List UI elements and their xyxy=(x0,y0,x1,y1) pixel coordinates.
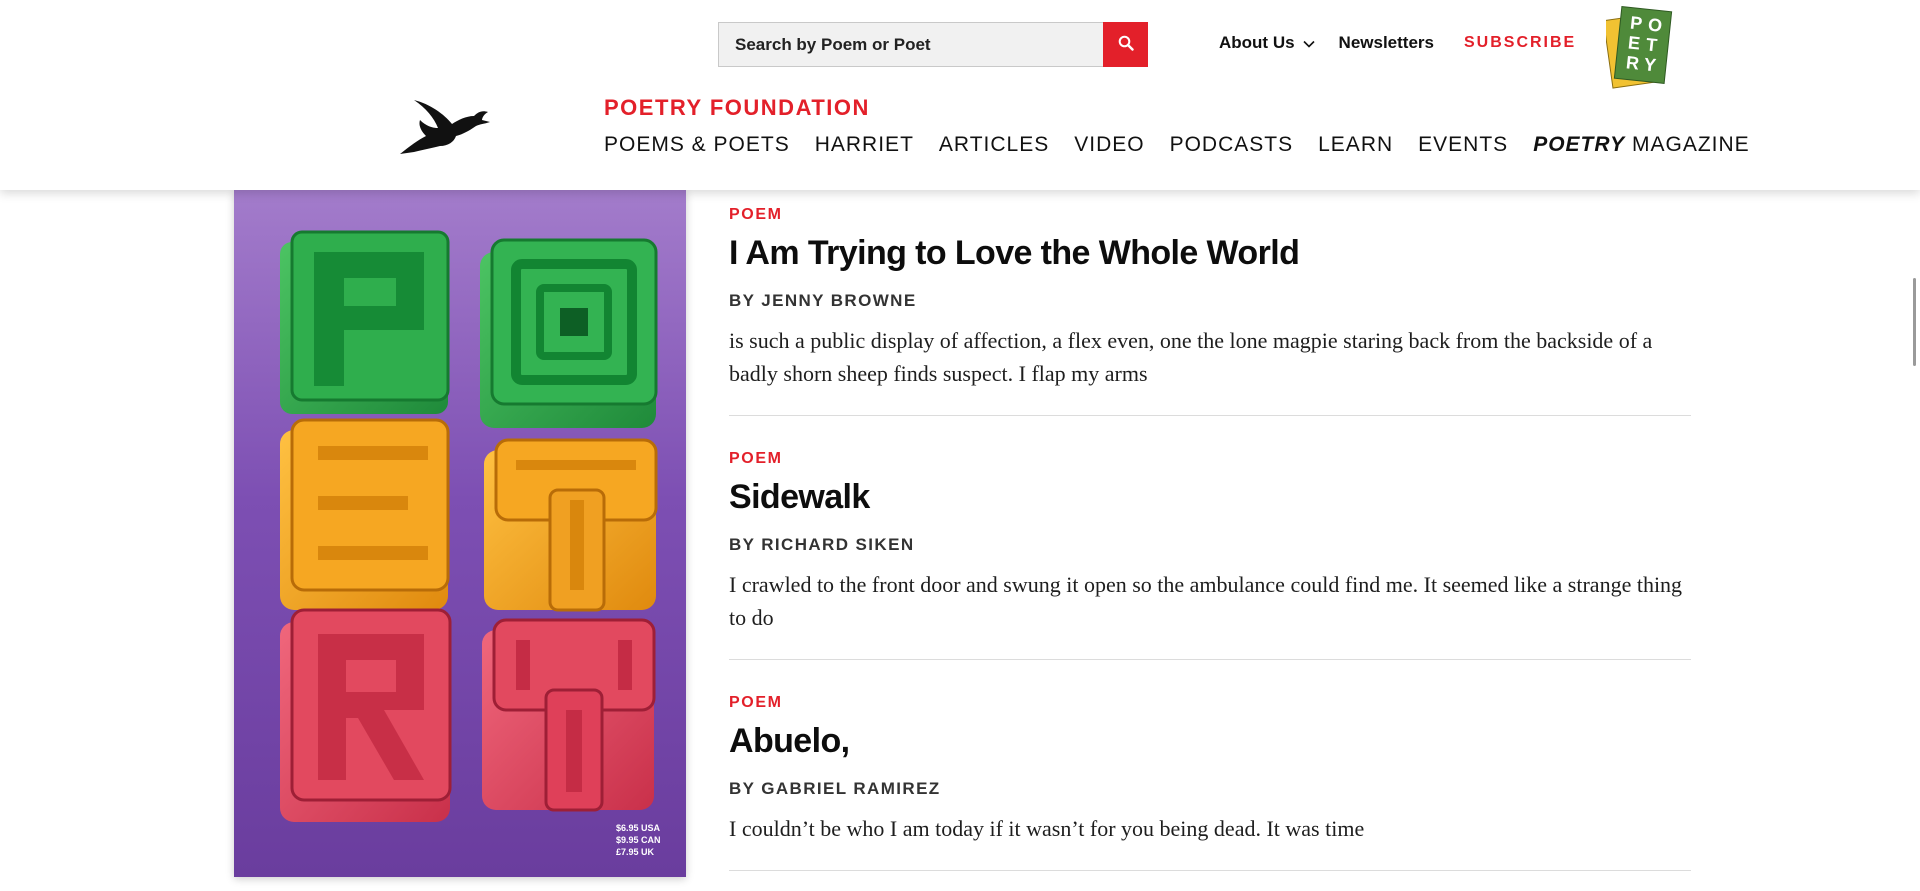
cover-letter-r xyxy=(280,608,452,822)
cover-letter-o xyxy=(480,238,658,428)
newsletters-link[interactable]: Newsletters xyxy=(1339,33,1434,53)
cover-artwork xyxy=(280,230,658,822)
nav-events[interactable]: EVENTS xyxy=(1418,133,1508,157)
cover-letter-y xyxy=(482,618,656,812)
poem-title-link[interactable]: I Am Trying to Love the Whole World xyxy=(729,234,1300,273)
chevron-down-icon xyxy=(1302,33,1315,53)
badge-letter: O xyxy=(1647,14,1663,35)
poem-excerpt: is such a public display of affection, a… xyxy=(729,328,1653,386)
content-type-tag: POEM xyxy=(729,206,783,223)
utility-nav: About Us Newsletters SUBSCRIBE xyxy=(1219,30,1576,56)
badge-letter: Y xyxy=(1643,54,1657,75)
poet-byline-link[interactable]: BY GABRIEL RAMIREZ xyxy=(729,779,941,799)
price-usa: $6.95 USA xyxy=(616,823,661,833)
price-uk: £7.95 UK xyxy=(616,847,655,857)
main-nav: POEMS & POETS HARRIET ARTICLES VIDEO POD… xyxy=(604,133,1750,157)
cover-letter-e xyxy=(280,418,450,610)
poem-excerpt: I crawled to the front door and swung it… xyxy=(729,572,1683,630)
cover-prices: $6.95 USA $9.95 CAN £7.95 UK xyxy=(616,822,661,858)
nav-video[interactable]: VIDEO xyxy=(1074,133,1144,157)
poet-byline-link[interactable]: BY RICHARD SIKEN xyxy=(729,535,915,555)
list-item: POEM Sidewalk BY RICHARD SIKEN I crawled… xyxy=(729,416,1691,660)
content-type-tag: POEM xyxy=(729,694,783,711)
price-can: $9.95 CAN xyxy=(616,835,661,845)
cover-letter-t xyxy=(484,438,658,612)
nav-harriet[interactable]: HARRIET xyxy=(815,133,914,157)
badge-letter: E xyxy=(1627,32,1641,53)
nav-poetry-magazine[interactable]: POETRY MAGAZINE xyxy=(1533,133,1749,157)
search-button[interactable] xyxy=(1103,22,1148,67)
nav-magazine-italic: POETRY xyxy=(1533,133,1626,156)
nav-podcasts[interactable]: PODCASTS xyxy=(1170,133,1294,157)
poet-byline-link[interactable]: BY JENNY BROWNE xyxy=(729,291,917,311)
pegasus-logo-icon[interactable] xyxy=(396,96,492,156)
nav-magazine-rest: MAGAZINE xyxy=(1625,133,1750,156)
list-item: POEM Abuelo, BY GABRIEL RAMIREZ I couldn… xyxy=(729,660,1691,871)
about-us-menu[interactable]: About Us xyxy=(1219,33,1315,53)
poem-title-link[interactable]: Abuelo, xyxy=(729,722,850,761)
magazine-cover[interactable]: $6.95 USA $9.95 CAN £7.95 UK xyxy=(234,190,686,877)
about-us-label: About Us xyxy=(1219,33,1295,52)
search-icon xyxy=(1118,35,1134,54)
badge-letter: P xyxy=(1629,13,1643,34)
poem-excerpt: I couldn’t be who I am today if it wasn’… xyxy=(729,816,1365,841)
poem-list: POEM I Am Trying to Love the Whole World… xyxy=(729,190,1691,871)
content-type-tag: POEM xyxy=(729,450,783,467)
nav-learn[interactable]: LEARN xyxy=(1318,133,1393,157)
search-bar xyxy=(718,22,1148,67)
cover-letter-p xyxy=(280,230,450,414)
badge-letter: R xyxy=(1625,52,1640,73)
search-input[interactable] xyxy=(718,22,1103,67)
scrollbar-thumb[interactable] xyxy=(1913,278,1916,366)
site-header: About Us Newsletters SUBSCRIBE P O E T R… xyxy=(0,0,1920,190)
nav-poems-poets[interactable]: POEMS & POETS xyxy=(604,133,790,157)
poetry-magazine-badge[interactable]: P O E T R Y xyxy=(1602,5,1674,89)
badge-letter: T xyxy=(1645,34,1658,55)
site-brand[interactable]: POETRY FOUNDATION xyxy=(604,95,870,121)
list-item: POEM I Am Trying to Love the Whole World… xyxy=(729,190,1691,416)
poem-title-link[interactable]: Sidewalk xyxy=(729,478,870,517)
nav-articles[interactable]: ARTICLES xyxy=(939,133,1049,157)
subscribe-link[interactable]: SUBSCRIBE xyxy=(1464,34,1576,52)
